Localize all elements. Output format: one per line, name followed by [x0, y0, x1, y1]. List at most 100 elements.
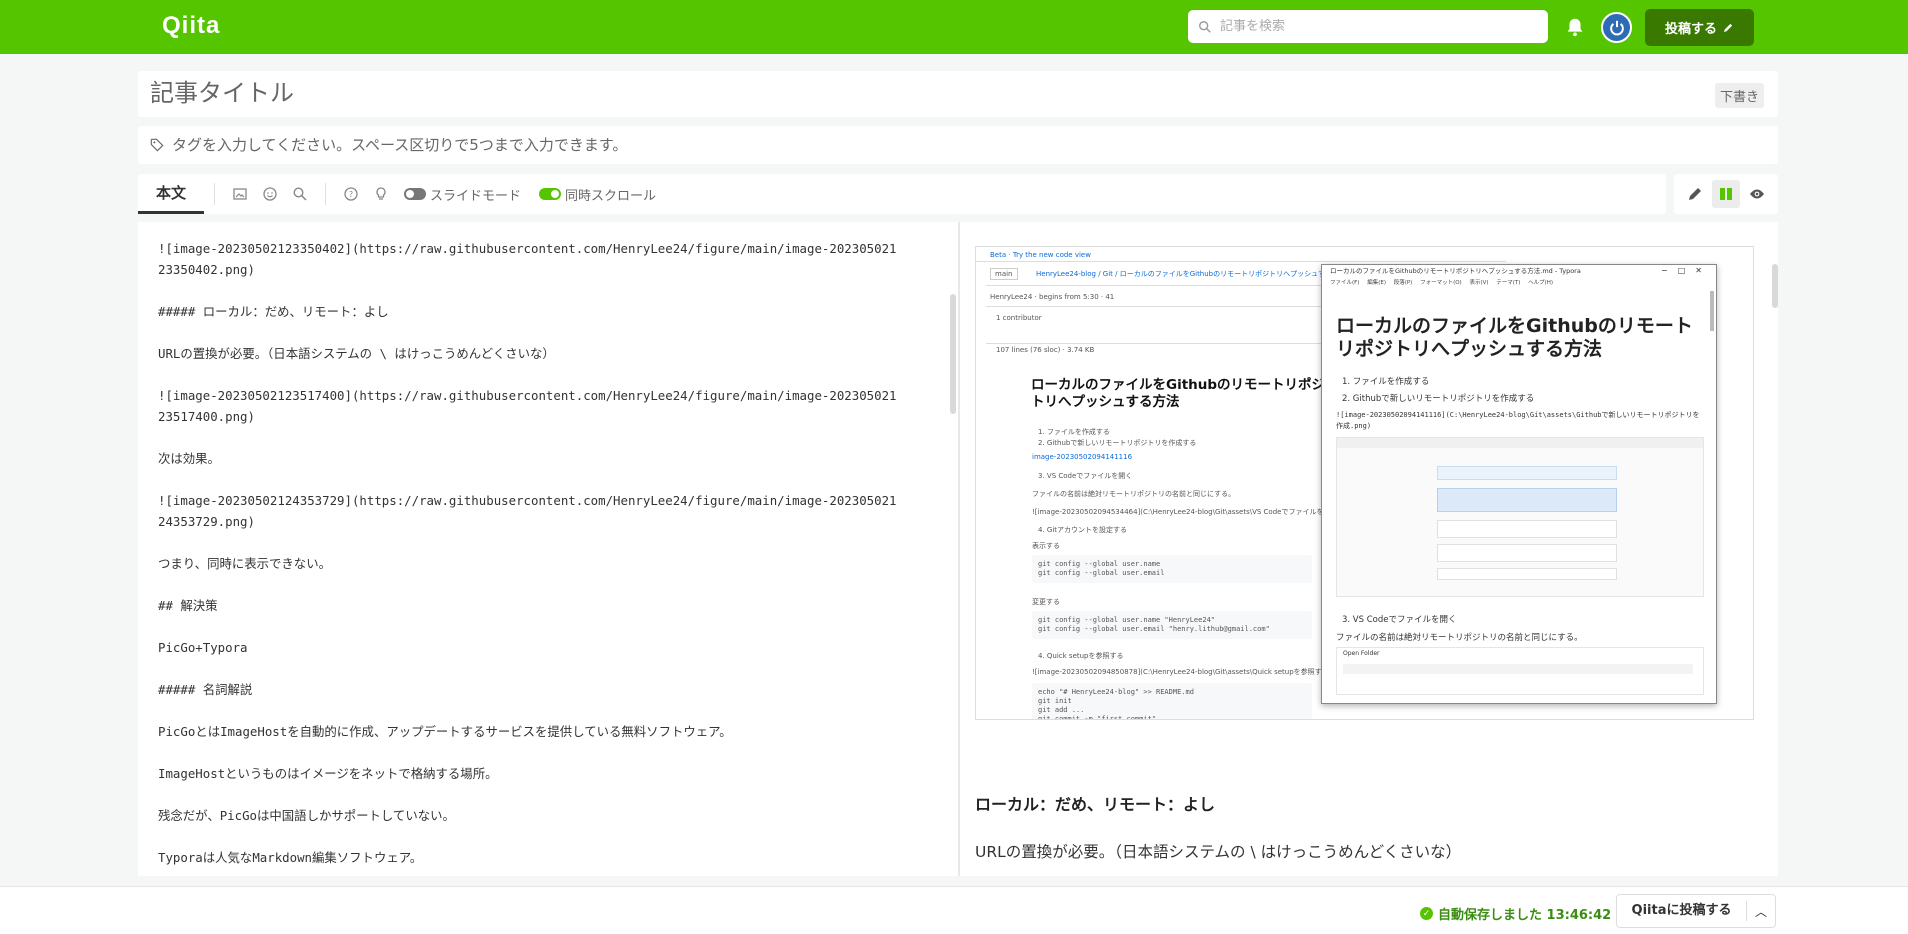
footer-bar: ✓ 自動保存しました 13:46:42 Qiitaに投稿する ︿ — [0, 886, 1908, 934]
editor-line: ##### 名詞解説 — [158, 682, 253, 697]
slide-mode-switch[interactable] — [404, 188, 427, 200]
code-line: git config --global user.name "HenryLee2… — [1038, 616, 1216, 624]
github-step: 1. ファイルを作成する — [1038, 428, 1110, 436]
open-folder-title: Open Folder — [1343, 650, 1380, 657]
submit-button-group[interactable]: Qiitaに投稿する ︿ — [1616, 894, 1776, 928]
typora-menubar: ファイル(F) 編集(E) 段落(P) フォーマット(O) 表示(V) テーマ(… — [1330, 280, 1554, 286]
editor-line: ImageHostというものはイメージをネットで格納する場所。 — [158, 766, 498, 781]
search-input[interactable] — [1220, 19, 1520, 34]
user-avatar[interactable] — [1601, 12, 1632, 43]
pencil-icon — [1689, 188, 1702, 200]
branch-selector: main — [990, 268, 1018, 280]
editor-content[interactable]: ![image-20230502123350402](https://raw.g… — [158, 238, 898, 876]
editor-scrollbar[interactable] — [950, 294, 956, 414]
search-icon[interactable] — [285, 179, 315, 209]
qiita-logo[interactable]: Qiita — [162, 12, 220, 40]
code-line: git add ... — [1038, 706, 1085, 714]
tag-icon — [150, 138, 164, 152]
github-image-link: image-20230502094141116 — [1032, 453, 1133, 461]
editor-line: URLの置換が必要。（日本語システムの \ はけっこうめんどくさいな） — [158, 346, 555, 361]
slide-mode-toggle[interactable]: スライドモード — [404, 185, 521, 204]
code-line: git commit -m "first commit" — [1038, 715, 1157, 720]
submit-button[interactable]: Qiitaに投稿する — [1617, 901, 1747, 921]
github-text: ![image-20230502094534464](C:\HenryLee24… — [1032, 508, 1356, 516]
check-circle-icon: ✓ — [1420, 907, 1433, 920]
sync-scroll-switch[interactable] — [539, 188, 562, 200]
bulb-icon[interactable] — [366, 179, 396, 209]
github-text: 変更する — [1032, 598, 1060, 606]
eye-icon — [1749, 189, 1764, 199]
bell-icon[interactable] — [1564, 16, 1586, 38]
github-text: 表示する — [1032, 542, 1060, 550]
github-step: 2. Githubで新しいリモートリポジトリを作成する — [1038, 439, 1197, 447]
image-icon[interactable] — [225, 179, 255, 209]
preview-heading: ローカル：だめ、リモート：よし — [975, 795, 1216, 814]
typora-heading: ローカルのファイルをGithubのリモートリポジトリへプッシュする方法 — [1336, 315, 1693, 360]
github-step: 4. Quick setupを参照する — [1038, 652, 1124, 660]
power-icon — [1609, 20, 1624, 35]
code-line: echo "# HenryLee24-blog" >> README.md — [1038, 688, 1194, 696]
editor-line: つまり、同時に表示できない。 — [158, 556, 331, 571]
github-text: ![image-20230502094850878](C:\HenryLee24… — [1032, 668, 1347, 676]
top-header: Qiita 投稿する — [0, 0, 1908, 54]
editor-line: PicGo+Typora — [158, 640, 248, 655]
code-line: git config --global user.email "henry.li… — [1038, 625, 1270, 633]
open-folder-dialog: Open Folder — [1336, 647, 1704, 695]
post-button[interactable]: 投稿する — [1645, 9, 1754, 46]
github-text: ファイルの名前は絶対リモートリポジトリの名前と同じにする。 — [1032, 490, 1236, 498]
chevron-up-icon[interactable]: ︿ — [1747, 903, 1775, 920]
emoji-icon[interactable] — [255, 179, 285, 209]
title-input[interactable] — [150, 79, 1650, 107]
editor-line: Typoraは人気なMarkdown編集ソフトウェア。 — [158, 850, 423, 865]
typora-line: 2. Githubで新しいリモートリポジトリを作成する — [1342, 394, 1535, 404]
file-stats: 107 lines (76 sloc) · 3.74 KB — [996, 346, 1095, 354]
tag-input[interactable] — [172, 136, 1672, 154]
editor-line: ![image-20230502123350402](https://raw.g… — [158, 241, 897, 277]
code-line: git init — [1038, 697, 1072, 705]
typora-window-mock: ローカルのファイルをGithubのリモートリポジトリへプッシュする方法.md -… — [1321, 264, 1717, 704]
slide-mode-label: スライドモード — [430, 188, 522, 204]
typora-image-path: ![image-20230502094141116](C:\HenryLee24… — [1336, 411, 1700, 430]
autosave-status: ✓ 自動保存しました 13:46:42 — [1420, 904, 1611, 923]
github-heading: ローカルのファイルをGithubのリモートリポジトリへプッシュする方法 — [1031, 377, 1326, 410]
window-controls: −□✕ — [1661, 266, 1712, 275]
toolbar-divider — [214, 183, 216, 205]
github-step: 4. Gitアカウントを設定する — [1038, 526, 1128, 534]
github-step: 3. VS Codeでファイルを開く — [1038, 472, 1133, 480]
typora-line: 3. VS Codeでファイルを開く — [1342, 615, 1457, 625]
preview-embedded-screenshot: Beta · Try the new code view main HenryL… — [975, 246, 1754, 720]
help-icon[interactable]: ? — [336, 179, 366, 209]
code-line: git config --global user.email — [1038, 569, 1165, 577]
draft-badge: 下書き — [1714, 83, 1764, 108]
editor-line: ## 解決策 — [158, 598, 218, 613]
sync-scroll-toggle[interactable]: 同時スクロール — [539, 185, 656, 204]
editor-line: 残念だが、PicGoは中国語しかサポートしていない。 — [158, 808, 455, 823]
preview-mode-button[interactable] — [1743, 180, 1771, 208]
split-mode-button[interactable] — [1711, 180, 1740, 208]
editor-line: PicGoとはImageHostを自動的に作成、アップデートするサービスを提供し… — [158, 724, 732, 739]
title-field-container: 下書き — [138, 71, 1778, 117]
svg-text:?: ? — [349, 190, 353, 199]
edit-mode-button[interactable] — [1681, 180, 1709, 208]
code-line: git config --global user.name — [1038, 560, 1161, 568]
search-box[interactable] — [1188, 10, 1548, 43]
preview-scrollbar[interactable] — [1772, 264, 1778, 308]
commit-info: HenryLee24 · begins from 5:30 · 41 — [990, 293, 1115, 301]
sync-scroll-label: 同時スクロール — [565, 188, 657, 204]
autosave-text: 自動保存しました 13:46:42 — [1438, 908, 1612, 923]
editor-line: ##### ローカル：だめ、リモート：よし — [158, 304, 389, 319]
typora-scrollbar — [1710, 291, 1714, 331]
preview-pane: Beta · Try the new code view main HenryL… — [960, 222, 1778, 876]
github-breadcrumb: HenryLee24-blog / Git / ローカルのファイルをGithub… — [1036, 270, 1347, 278]
github-beta-link: Beta · Try the new code view — [990, 251, 1091, 259]
contributor-count: 1 contributor — [996, 314, 1042, 322]
pencil-icon — [1723, 23, 1733, 33]
editor-toolbar: 本文 ? スライドモード 同時スクロール — [138, 174, 1666, 214]
tab-body[interactable]: 本文 — [138, 174, 205, 214]
post-button-label: 投稿する — [1664, 22, 1717, 37]
columns-icon — [1719, 188, 1732, 200]
typora-titlebar: ローカルのファイルをGithubのリモートリポジトリへプッシュする方法.md -… — [1330, 267, 1581, 275]
toolbar-divider — [325, 183, 327, 205]
markdown-editor[interactable]: ![image-20230502123350402](https://raw.g… — [138, 222, 958, 876]
tag-field-container — [138, 126, 1778, 164]
